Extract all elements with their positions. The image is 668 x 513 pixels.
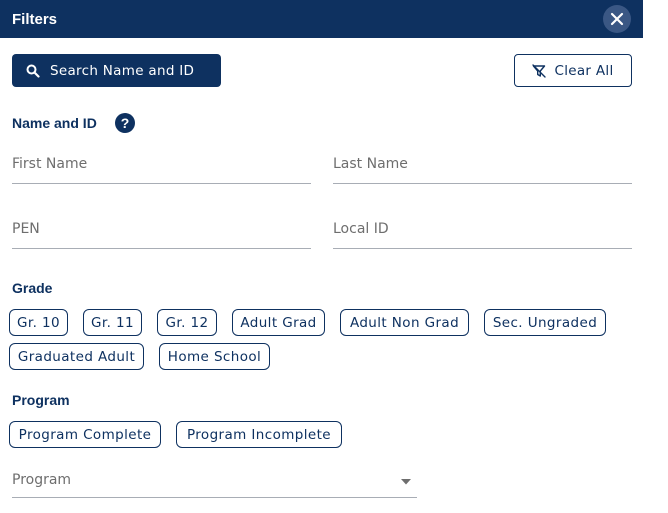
chip-graduated-adult[interactable]: Graduated Adult bbox=[9, 343, 144, 370]
pen-input[interactable] bbox=[12, 221, 311, 237]
program-select[interactable]: Program bbox=[12, 472, 417, 498]
grade-section-label: Grade bbox=[12, 280, 53, 296]
chip-adult-non-grad[interactable]: Adult Non Grad bbox=[340, 309, 469, 336]
last-name-field[interactable] bbox=[333, 156, 632, 184]
chip-program-incomplete[interactable]: Program Incomplete bbox=[176, 421, 342, 448]
filters-header: Filters bbox=[0, 0, 643, 38]
chip-grade-12[interactable]: Gr. 12 bbox=[157, 309, 217, 336]
header-title: Filters bbox=[12, 10, 58, 28]
chip-sec-ungraded[interactable]: Sec. Ungraded bbox=[484, 309, 606, 336]
clear-all-label: Clear All bbox=[554, 62, 614, 79]
close-button[interactable] bbox=[603, 5, 631, 33]
chip-home-school[interactable]: Home School bbox=[159, 343, 270, 370]
last-name-input[interactable] bbox=[333, 156, 632, 172]
first-name-field[interactable] bbox=[12, 156, 311, 184]
chevron-down-icon bbox=[401, 479, 411, 485]
filter-off-icon bbox=[532, 63, 547, 78]
search-icon bbox=[26, 64, 40, 78]
close-icon bbox=[610, 12, 624, 26]
local-id-field[interactable] bbox=[333, 221, 632, 249]
chip-program-complete[interactable]: Program Complete bbox=[9, 421, 161, 448]
search-name-id-button[interactable]: Search Name and ID bbox=[12, 54, 221, 87]
chip-adult-grad[interactable]: Adult Grad bbox=[232, 309, 325, 336]
chip-grade-10[interactable]: Gr. 10 bbox=[9, 309, 68, 336]
first-name-input[interactable] bbox=[12, 156, 311, 172]
clear-all-button[interactable]: Clear All bbox=[514, 54, 632, 87]
local-id-input[interactable] bbox=[333, 221, 632, 237]
pen-field[interactable] bbox=[12, 221, 311, 249]
chip-grade-11[interactable]: Gr. 11 bbox=[83, 309, 142, 336]
name-id-section-label: Name and ID bbox=[12, 115, 97, 131]
program-select-placeholder: Program bbox=[12, 472, 72, 488]
search-button-label: Search Name and ID bbox=[50, 62, 195, 79]
help-icon[interactable]: ? bbox=[115, 113, 135, 133]
program-section-label: Program bbox=[12, 392, 70, 408]
